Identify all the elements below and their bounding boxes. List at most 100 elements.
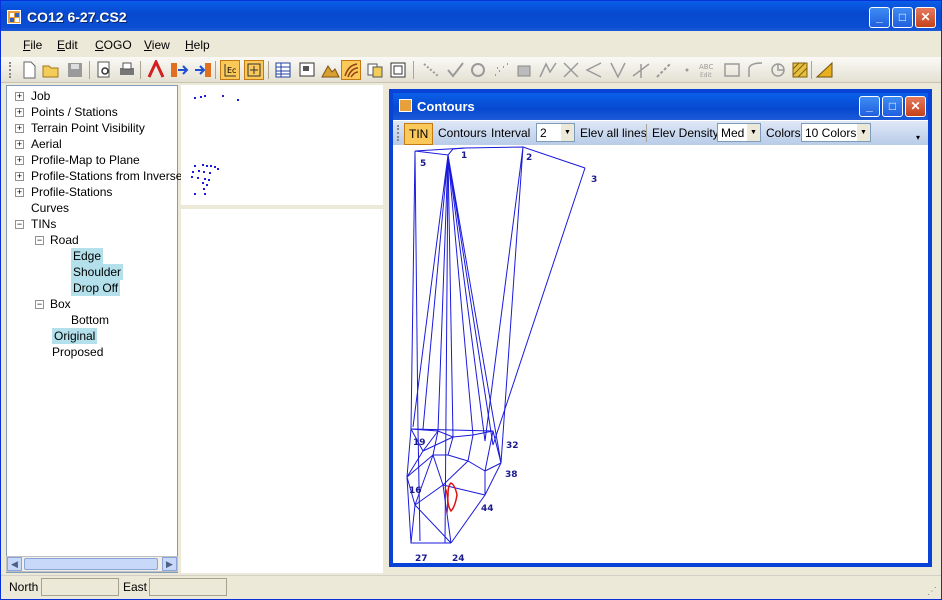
colors-select[interactable]: 10 Colors ▼: [801, 123, 871, 142]
menu-edit[interactable]: Edit: [57, 38, 78, 52]
new-icon[interactable]: [19, 60, 39, 80]
menu-help[interactable]: Help: [185, 38, 210, 52]
scroll-right-arrow[interactable]: ▶: [162, 557, 177, 571]
open-icon[interactable]: [41, 60, 61, 80]
circle-icon[interactable]: [468, 60, 488, 80]
curve-icon[interactable]: [745, 60, 765, 80]
tree-item-profile-stations-from-inverse[interactable]: Profile-Stations from Inverse: [31, 168, 182, 184]
contours-icon[interactable]: [341, 60, 361, 80]
collapse-icon[interactable]: −: [35, 300, 44, 309]
chevron-down-icon[interactable]: ▼: [857, 124, 870, 141]
expand-icon[interactable]: +: [15, 140, 24, 149]
export-icon[interactable]: [193, 60, 213, 80]
pane-splitter[interactable]: [181, 205, 383, 209]
copy-icon[interactable]: [365, 60, 385, 80]
ruler-icon[interactable]: [815, 60, 835, 80]
layers-icon[interactable]: [388, 60, 408, 80]
tree-item-edge[interactable]: Edge: [71, 248, 104, 264]
scroll-left-arrow[interactable]: ◀: [7, 557, 22, 571]
tree-item-profile-map-to-plane[interactable]: Profile-Map to Plane: [31, 152, 140, 168]
bearing-icon[interactable]: [608, 60, 628, 80]
overview-pane[interactable]: [181, 85, 383, 573]
import-icon[interactable]: [169, 60, 189, 80]
grid-icon[interactable]: [514, 60, 534, 80]
terrain-icon[interactable]: [320, 60, 340, 80]
tree-horizontal-scrollbar[interactable]: ◀ ▶: [6, 556, 178, 572]
save-icon[interactable]: [65, 60, 85, 80]
maximize-button[interactable]: □: [892, 7, 913, 28]
window-icon[interactable]: [297, 60, 317, 80]
expand-icon[interactable]: +: [15, 92, 24, 101]
expand-icon[interactable]: +: [15, 188, 24, 197]
tree-item-job[interactable]: Job: [31, 88, 50, 104]
tree-item-profile-stations[interactable]: Profile-Stations: [31, 184, 112, 200]
measure-icon[interactable]: [654, 60, 674, 80]
contours-maximize-button[interactable]: □: [882, 96, 903, 117]
tree-item-tins[interactable]: TINs: [31, 216, 56, 232]
tree-view[interactable]: + Job + Points / Stations + Terrain Point Vis…: [6, 85, 182, 573]
expand-icon[interactable]: +: [15, 172, 24, 181]
chevron-down-icon[interactable]: ▼: [561, 124, 574, 141]
image-icon[interactable]: [722, 60, 742, 80]
expand-icon[interactable]: +: [15, 156, 24, 165]
tree-item-points-stations[interactable]: Points / Stations: [31, 104, 118, 120]
tree-item-drop-off[interactable]: Drop Off: [71, 280, 121, 296]
angle-icon[interactable]: [584, 60, 604, 80]
tree-item-curves[interactable]: Curves: [31, 200, 69, 216]
close-button[interactable]: ✕: [915, 7, 936, 28]
title-bar[interactable]: CO12 6-27.CS2 _ □ ✕: [1, 1, 941, 31]
check-icon[interactable]: [445, 60, 465, 80]
print-preview-icon[interactable]: [94, 60, 114, 80]
tree-item-proposed[interactable]: Proposed: [52, 344, 103, 360]
points-icon[interactable]: [491, 60, 511, 80]
chevron-down-icon[interactable]: ▼: [747, 124, 760, 141]
coordinates-icon[interactable]: Ec: [220, 60, 240, 80]
contours-toggle-button[interactable]: Contours: [438, 126, 487, 140]
expand-icon[interactable]: +: [15, 108, 24, 117]
point-label: 1: [461, 151, 467, 161]
tree-item-shoulder[interactable]: Shoulder: [71, 264, 124, 280]
menu-view[interactable]: View: [144, 38, 170, 52]
line-icon[interactable]: [421, 60, 441, 80]
resize-grip[interactable]: ⋰: [927, 586, 937, 597]
contours-close-button[interactable]: ✕: [905, 96, 926, 117]
hatch-icon[interactable]: [790, 60, 810, 80]
tin-canvas[interactable]: 5 1 2 3 19 32 38 16 44 27 24: [393, 145, 928, 563]
expand-icon[interactable]: +: [15, 124, 24, 133]
status-bar: North East ⋰: [1, 575, 941, 599]
print-icon[interactable]: [117, 60, 137, 80]
toolbar-overflow-icon[interactable]: ▾: [916, 133, 920, 142]
tree-item-terrain-point-visibility[interactable]: Terrain Point Visibility: [31, 120, 145, 136]
minimize-button[interactable]: _: [869, 7, 890, 28]
traverse-icon[interactable]: [631, 60, 651, 80]
collapse-icon[interactable]: −: [35, 236, 44, 245]
toolbar-grip[interactable]: [9, 62, 12, 78]
tree-item-aerial[interactable]: Aerial: [31, 136, 62, 152]
table-icon[interactable]: [273, 60, 293, 80]
interval-select[interactable]: 2 ▼: [536, 123, 575, 142]
elev-density-label: Elev Density: [652, 126, 719, 140]
dot-icon[interactable]: [677, 60, 697, 80]
point-label: 3: [591, 175, 597, 185]
toolbar-separator: [140, 61, 141, 79]
contours-toolbar-grip[interactable]: [397, 125, 400, 141]
abc-edit-icon[interactable]: ABC Edit: [698, 60, 718, 80]
intersect-icon[interactable]: [561, 60, 581, 80]
zoom-extents-icon[interactable]: [244, 60, 264, 80]
tin-toggle-button[interactable]: TIN: [404, 123, 434, 145]
tree-item-box[interactable]: Box: [50, 296, 71, 312]
collapse-icon[interactable]: −: [15, 220, 24, 229]
menu-cogo[interactable]: COGO: [95, 38, 132, 52]
contours-minimize-button[interactable]: _: [859, 96, 880, 117]
polyline-icon[interactable]: [538, 60, 558, 80]
tree-item-bottom[interactable]: Bottom: [71, 312, 109, 328]
arc-icon[interactable]: [768, 60, 788, 80]
scroll-thumb[interactable]: [24, 558, 158, 570]
elev-density-select[interactable]: Med ▼: [717, 123, 761, 142]
text-style-icon[interactable]: [146, 58, 166, 80]
elev-all-lines-button[interactable]: Elev all lines: [580, 126, 647, 140]
tree-item-original[interactable]: Original: [52, 328, 98, 344]
menu-file[interactable]: File: [23, 38, 42, 52]
contours-title-bar[interactable]: Contours _ □ ✕: [393, 93, 928, 120]
tree-item-road[interactable]: Road: [50, 232, 79, 248]
